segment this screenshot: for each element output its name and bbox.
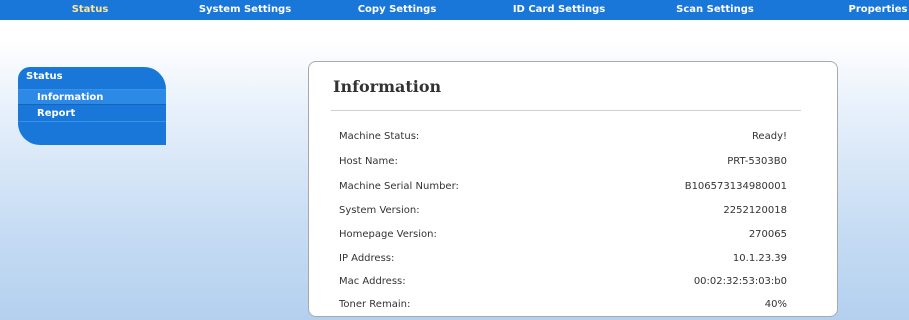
info-row-toner-remain: Toner Remain: 40% bbox=[339, 299, 787, 313]
info-value: 270065 bbox=[748, 229, 787, 240]
info-value: 2252120018 bbox=[723, 205, 787, 216]
info-value: B106573134980001 bbox=[684, 181, 787, 192]
panel-title: Information bbox=[333, 77, 442, 96]
info-value: PRT-5303B0 bbox=[727, 156, 787, 167]
info-label: System Version: bbox=[339, 205, 420, 216]
nav-tab-scan-settings[interactable]: Scan Settings bbox=[665, 0, 765, 20]
nav-tab-system-settings[interactable]: System Settings bbox=[190, 0, 300, 20]
nav-tab-copy-settings[interactable]: Copy Settings bbox=[342, 0, 452, 20]
info-label: Machine Serial Number: bbox=[339, 181, 459, 192]
info-label: Homepage Version: bbox=[339, 229, 437, 240]
top-navigation-bar: Status System Settings Copy Settings ID … bbox=[0, 0, 909, 20]
info-value: Ready! bbox=[751, 131, 787, 142]
sidebar-item-information[interactable]: Information bbox=[18, 89, 166, 105]
info-row-host-name: Host Name: PRT-5303B0 bbox=[339, 156, 787, 170]
nav-tab-properties[interactable]: Properties bbox=[848, 0, 908, 20]
sidebar-title: Status bbox=[26, 71, 63, 82]
nav-tab-id-card-settings[interactable]: ID Card Settings bbox=[502, 0, 616, 20]
sidebar-item-report[interactable]: Report bbox=[18, 106, 166, 122]
info-row-homepage-version: Homepage Version: 270065 bbox=[339, 229, 787, 243]
info-row-serial-number: Machine Serial Number: B106573134980001 bbox=[339, 181, 787, 195]
info-row-machine-status: Machine Status: Ready! bbox=[339, 131, 787, 145]
info-label: Toner Remain: bbox=[339, 299, 411, 310]
info-label: Host Name: bbox=[339, 156, 398, 167]
info-label: IP Address: bbox=[339, 253, 395, 264]
info-row-mac-address: Mac Address: 00:02:32:53:03:b0 bbox=[339, 276, 787, 290]
info-value: 10.1.23.39 bbox=[732, 253, 787, 264]
divider bbox=[331, 110, 801, 111]
info-label: Machine Status: bbox=[339, 131, 420, 142]
info-value: 40% bbox=[764, 299, 787, 310]
nav-tab-status[interactable]: Status bbox=[58, 0, 122, 20]
sidebar-menu: Status Information Report bbox=[18, 67, 166, 145]
information-panel: Information Machine Status: Ready! Host … bbox=[308, 61, 838, 317]
info-row-ip-address: IP Address: 10.1.23.39 bbox=[339, 253, 787, 267]
info-label: Mac Address: bbox=[339, 276, 406, 287]
info-value: 00:02:32:53:03:b0 bbox=[693, 276, 787, 287]
info-row-system-version: System Version: 2252120018 bbox=[339, 205, 787, 219]
